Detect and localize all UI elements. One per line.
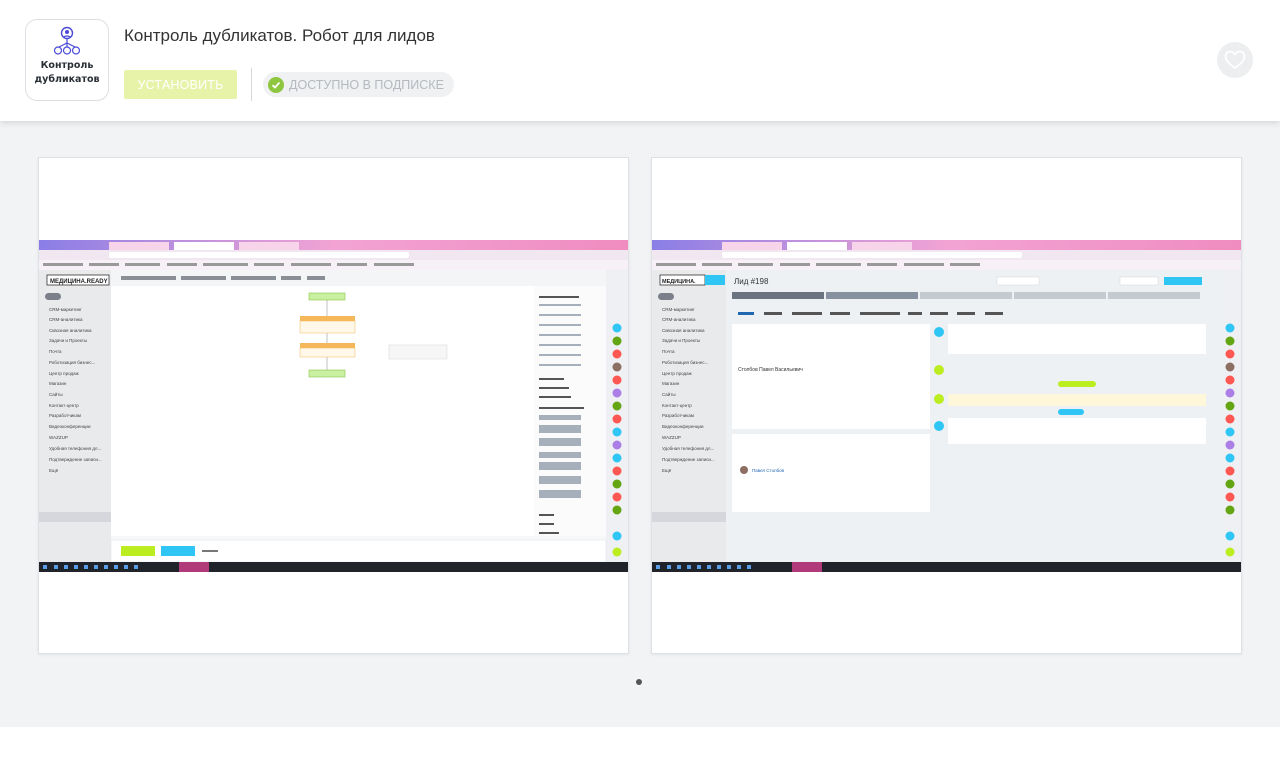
subscription-badge: ДОСТУПНО В ПОДПИСКЕ [263, 72, 454, 97]
svg-text:Подтверждение записи...: Подтверждение записи... [662, 457, 715, 462]
svg-text:Лид #198: Лид #198 [734, 277, 769, 286]
svg-text:Почта: Почта [49, 349, 62, 354]
screenshot-workflow-editor: МЕДИЦИНА.READY CRM-маркетинг CRM-аналитик… [39, 240, 628, 572]
svg-text:Павел Столбов: Павел Столбов [752, 468, 785, 473]
svg-text:WAZZUP: WAZZUP [662, 435, 681, 440]
svg-text:Контакт-центр: Контакт-центр [49, 403, 79, 408]
screenshot-slide-1[interactable]: МЕДИЦИНА.READY CRM-маркетинг CRM-аналитик… [38, 157, 629, 654]
app-title: Контроль дубликатов. Робот для лидов [124, 26, 435, 45]
svg-text:Контакт-центр: Контакт-центр [662, 403, 692, 408]
heart-icon [1224, 50, 1246, 70]
svg-text:Роботизация бизнес...: Роботизация бизнес... [49, 360, 95, 365]
divider [251, 68, 252, 101]
svg-text:CRM-маркетинг: CRM-маркетинг [662, 307, 695, 312]
svg-text:Ещё: Ещё [662, 468, 672, 473]
favorite-button[interactable] [1217, 42, 1253, 78]
svg-text:МЕДИЦИНА.: МЕДИЦИНА. [662, 279, 696, 285]
svg-text:CRM-маркетинг: CRM-маркетинг [49, 307, 82, 312]
app-header: Контроль дубликатов Контроль дубликатов.… [0, 0, 1280, 121]
svg-text:МЕДИЦИНА.READY: МЕДИЦИНА.READY [50, 279, 108, 285]
network-people-icon [53, 26, 81, 55]
logo-text-line1: Контроль [40, 60, 94, 71]
screenshot-gallery: МЕДИЦИНА.READY CRM-маркетинг CRM-аналитик… [0, 121, 1280, 727]
svg-text:Сквозная аналитика: Сквозная аналитика [662, 328, 705, 333]
svg-text:Роботизация бизнес...: Роботизация бизнес... [662, 360, 708, 365]
svg-text:CRM-аналитика: CRM-аналитика [49, 317, 83, 322]
subscription-label: ДОСТУПНО В ПОДПИСКЕ [289, 77, 444, 92]
svg-text:Ещё: Ещё [49, 468, 59, 473]
svg-text:Разработчикам: Разработчикам [49, 413, 81, 418]
svg-text:Почта: Почта [662, 349, 675, 354]
gallery-dot-active[interactable] [636, 679, 642, 685]
svg-text:Столбов Павел Васильевич: Столбов Павел Васильевич [738, 367, 803, 373]
svg-text:Удобная телефония дл...: Удобная телефония дл... [49, 446, 101, 451]
svg-text:Сквозная аналитика: Сквозная аналитика [49, 328, 92, 333]
svg-text:Разработчикам: Разработчикам [662, 413, 694, 418]
svg-text:CRM-аналитика: CRM-аналитика [662, 317, 696, 322]
svg-text:Удобная телефония дл...: Удобная телефония дл... [662, 446, 714, 451]
svg-text:Подтверждение записи...: Подтверждение записи... [49, 457, 102, 462]
svg-text:Центр продаж: Центр продаж [662, 371, 692, 376]
svg-text:Видеоконференции: Видеоконференции [662, 424, 704, 429]
check-circle-icon [268, 76, 284, 93]
svg-text:Магазин: Магазин [49, 381, 67, 386]
svg-text:Задачи и Проекты: Задачи и Проекты [662, 338, 700, 343]
screenshot-slide-2[interactable]: МЕДИЦИНА. CRM-маркетинг CRM-аналитика Скво… [651, 157, 1242, 654]
app-logo: Контроль дубликатов [25, 19, 109, 101]
screenshot-lead-card: МЕДИЦИНА. CRM-маркетинг CRM-аналитика Скво… [652, 240, 1241, 572]
svg-text:Сайты: Сайты [49, 391, 63, 397]
install-button[interactable]: УСТАНОВИТЬ [124, 70, 237, 99]
svg-text:Сайты: Сайты [662, 391, 676, 397]
svg-text:WAZZUP: WAZZUP [49, 435, 68, 440]
svg-text:Центр продаж: Центр продаж [49, 371, 79, 376]
logo-text-line2: дубликатов [34, 74, 100, 85]
svg-text:Задачи и Проекты: Задачи и Проекты [49, 338, 87, 343]
svg-text:Магазин: Магазин [662, 381, 680, 386]
svg-text:Видеоконференции: Видеоконференции [49, 424, 91, 429]
gallery-pagination [636, 679, 642, 685]
